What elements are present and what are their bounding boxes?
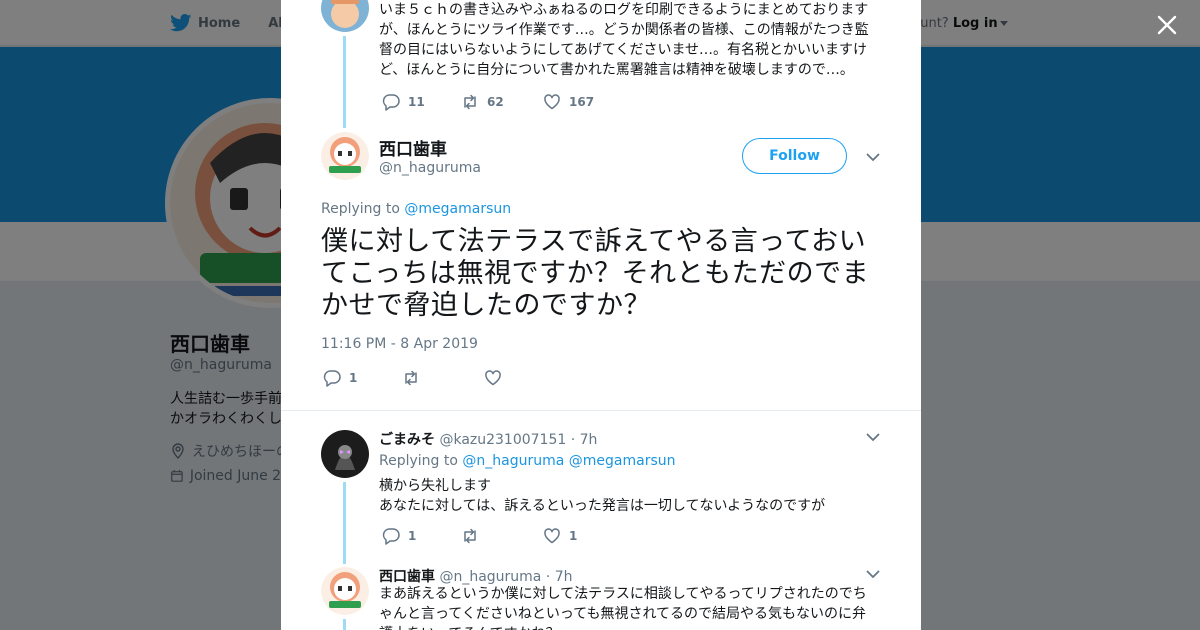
- retweet-button[interactable]: [461, 527, 543, 545]
- tweet-timestamp[interactable]: 11:16 PM - 8 Apr 2019: [321, 336, 478, 352]
- reply-count: 1: [408, 529, 417, 543]
- heart-icon: [544, 94, 560, 110]
- reply-icon: [382, 528, 400, 545]
- divider: [281, 410, 921, 411]
- tweet-text: まあ訴えるというか僕に対して法テラスに相談してやるってリプされたのでちゃんと言っ…: [379, 586, 867, 630]
- replying-to-label: Replying to: [379, 453, 458, 469]
- tweet-author-handle[interactable]: @n_haguruma: [379, 160, 481, 176]
- thread-connector: [343, 619, 346, 630]
- tweet-text: 横から失礼します あなたに対しては、訴えるといった発言は一切してないようなのです…: [379, 476, 879, 516]
- avatar-image: [321, 0, 369, 32]
- tweet-actions: 11 62 167: [382, 93, 594, 111]
- tweet-author-name[interactable]: 西口歯車: [379, 135, 447, 160]
- avatar[interactable]: [321, 430, 369, 478]
- thread-connector: [343, 36, 346, 128]
- avatar[interactable]: [321, 0, 369, 32]
- like-button[interactable]: 167: [543, 93, 594, 111]
- like-button[interactable]: [484, 369, 502, 387]
- tweet-header: 西口歯車 @n_haguruma · 7h: [379, 566, 573, 586]
- retweet-icon: [464, 528, 476, 544]
- chevron-down-icon[interactable]: [866, 152, 880, 162]
- avatar-image: [321, 430, 369, 478]
- replying-to-link[interactable]: @n_haguruma: [462, 453, 564, 469]
- tweet-time[interactable]: · 7h: [546, 569, 573, 585]
- reply-count: 1: [349, 371, 358, 385]
- reply-button[interactable]: 1: [382, 527, 461, 545]
- heart-icon: [544, 528, 560, 544]
- like-button[interactable]: 1: [543, 527, 577, 545]
- tweet-text: いま５ｃｈの書き込みやふぁねるのログを印刷できるようにまとめておりますが、ほんと…: [379, 2, 869, 78]
- retweet-count: 62: [487, 95, 504, 109]
- reply-icon: [382, 94, 400, 111]
- reply-count: 11: [408, 95, 425, 109]
- replying-to-link[interactable]: @megamarsun: [404, 201, 511, 217]
- avatar-image: [321, 567, 369, 615]
- tweet-actions: 1: [323, 369, 502, 387]
- tweet-author-handle[interactable]: @n_haguruma: [439, 569, 541, 585]
- replying-to: Replying to @n_haguruma @megamarsun: [379, 453, 676, 469]
- chevron-down-icon[interactable]: [866, 432, 880, 442]
- retweet-icon: [464, 94, 476, 110]
- tweet-permalink-modal: いま５ｃｈの書き込みやふぁねるのログを印刷できるようにまとめておりますが、ほんと…: [281, 0, 921, 630]
- retweet-button[interactable]: 62: [461, 93, 543, 111]
- heart-icon: [485, 370, 501, 386]
- retweet-icon: [405, 370, 417, 386]
- chevron-down-icon[interactable]: [866, 569, 880, 579]
- replying-to: Replying to @megamarsun: [321, 201, 511, 217]
- tweet-author-name[interactable]: ごまみそ: [379, 432, 435, 448]
- follow-button[interactable]: Follow: [742, 138, 847, 174]
- reply-icon: [323, 370, 341, 387]
- avatar[interactable]: [321, 132, 369, 180]
- like-count: 167: [569, 95, 595, 109]
- replying-to-link[interactable]: @megamarsun: [569, 453, 676, 469]
- close-icon[interactable]: [1152, 10, 1182, 40]
- tweet-text-line: あなたに対しては、訴えるといった発言は一切してないようなのですが: [379, 498, 826, 514]
- tweet-header: ごまみそ @kazu231007151 · 7h: [379, 429, 597, 449]
- retweet-button[interactable]: [402, 369, 484, 387]
- tweet-text-line: 横から失礼します: [379, 478, 491, 494]
- tweet-author-name[interactable]: 西口歯車: [379, 569, 435, 585]
- avatar[interactable]: [321, 567, 369, 615]
- tweet-author-handle[interactable]: @kazu231007151: [439, 432, 566, 448]
- tweet-time[interactable]: · 7h: [571, 432, 598, 448]
- reply-button[interactable]: 11: [382, 93, 461, 111]
- thread-connector: [343, 482, 346, 564]
- reply-button[interactable]: 1: [323, 369, 402, 387]
- tweet-text: 僕に対して法テラスで訴えてやる言っておいてこっちは無視ですか？それともただのでま…: [321, 226, 870, 321]
- like-count: 1: [569, 529, 578, 543]
- avatar-image: [321, 132, 369, 180]
- tweet-actions: 1 1: [382, 527, 577, 545]
- replying-to-label: Replying to: [321, 201, 400, 217]
